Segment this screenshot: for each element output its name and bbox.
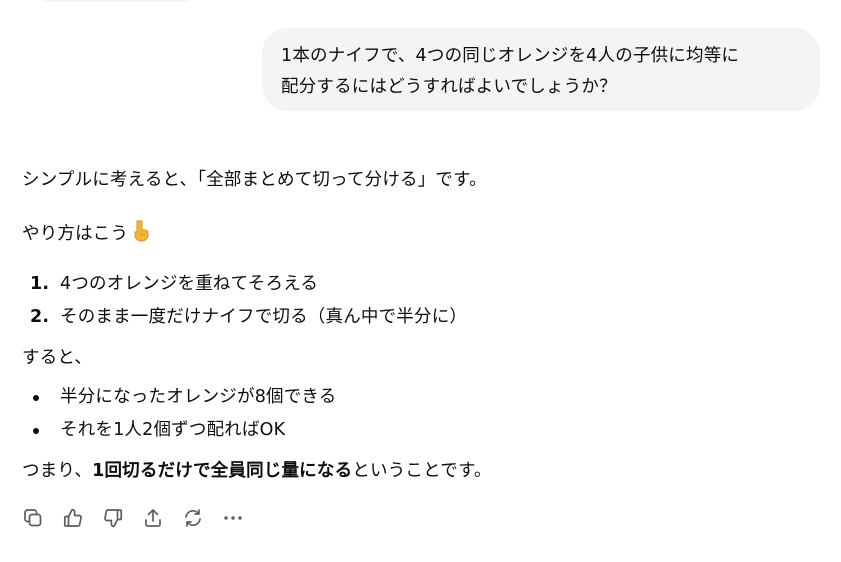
step-text: 4つのオレンジを重ねてそろえる: [60, 274, 319, 294]
user-message-line-2: 配分するにはどうすればよいでしょうか？: [281, 77, 617, 97]
more-options-button[interactable]: [222, 506, 262, 530]
then-label: すると、: [22, 348, 93, 368]
thumbs-up-icon: [62, 507, 84, 529]
more-icon: [222, 507, 244, 529]
thumbs-down-button[interactable]: [102, 506, 142, 530]
regenerate-icon: [182, 507, 204, 529]
conclusion-suffix: ということです。: [352, 461, 492, 481]
step-text: そのまま一度だけナイフで切る（真ん中で半分に）: [60, 307, 468, 327]
result-text: 半分になったオレンジが8個できる: [60, 387, 337, 407]
copy-button[interactable]: [22, 506, 62, 530]
bullet-dot: [33, 395, 39, 401]
chat-page: 1本のナイフで、4つの同じオレンジを4人の子供に均等に 配分するにはどうすればよ…: [0, 0, 841, 562]
user-message-line-1: 1本のナイフで、4つの同じオレンジを4人の子供に均等に: [281, 46, 740, 66]
user-message-bubble: 1本のナイフで、4つの同じオレンジを4人の子供に均等に 配分するにはどうすればよ…: [262, 28, 820, 111]
bullet-dot: [33, 428, 39, 434]
thumbs-up-button[interactable]: [62, 506, 102, 530]
conclusion: つまり、1回切るだけで全員同じ量になるということです。: [22, 459, 492, 483]
result-text: それを1人2個ずつ配ればOK: [60, 420, 286, 440]
conclusion-prefix: つまり、: [22, 461, 93, 481]
step-number: 2.: [30, 307, 50, 327]
assistant-intro: シンプルに考えると、「全部まとめて切って分ける」です。: [22, 170, 487, 190]
method-label: やり方はこう: [22, 224, 129, 244]
conclusion-bold: 1回切るだけで全員同じ量になる: [92, 461, 353, 481]
method-line: やり方はこう: [22, 220, 150, 249]
copy-icon: [22, 507, 44, 529]
pointing-down-emoji: [130, 220, 150, 249]
step-number: 1.: [30, 274, 50, 294]
previous-message-edge: [36, 0, 196, 2]
thumbs-down-icon: [102, 507, 124, 529]
regenerate-button[interactable]: [182, 506, 222, 530]
share-button[interactable]: [142, 506, 182, 530]
share-icon: [142, 507, 164, 529]
message-actions: [22, 506, 262, 530]
